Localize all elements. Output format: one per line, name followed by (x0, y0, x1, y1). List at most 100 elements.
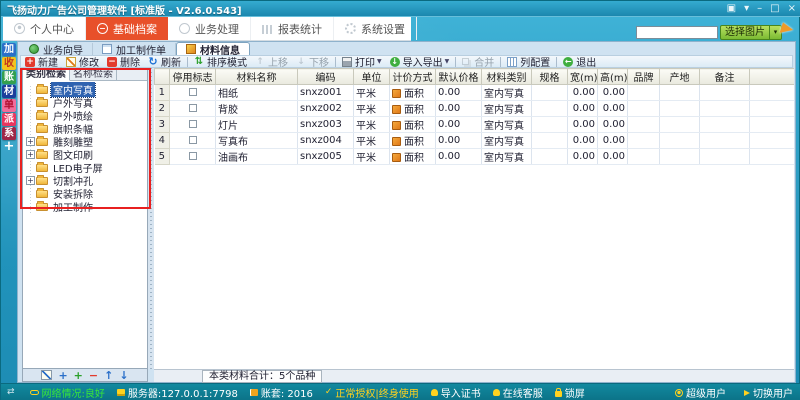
cell-note[interactable] (700, 117, 750, 133)
cell-disabled[interactable] (170, 85, 216, 101)
delete-item-button[interactable]: − (89, 370, 98, 381)
cell-num[interactable]: 1 (155, 85, 170, 101)
super-user[interactable]: 超级用户 (675, 385, 726, 400)
column-header-spec[interactable]: 规格 (532, 69, 568, 85)
cell-origin[interactable] (660, 149, 700, 165)
panel-tab-0[interactable]: 类别检索 (23, 69, 70, 81)
disable-checkbox[interactable] (189, 104, 197, 112)
switch-user[interactable]: 切换用户 (744, 385, 793, 400)
cell-pricing[interactable]: 面积 (390, 117, 436, 133)
rail-button-2[interactable]: 账 (2, 71, 16, 84)
cell-name[interactable]: 灯片 (216, 117, 298, 133)
cell-category[interactable]: 室内写真 (482, 149, 532, 165)
cell-note[interactable] (700, 85, 750, 101)
cell-spec[interactable] (532, 101, 568, 117)
skin-button[interactable]: ▣ (727, 2, 736, 16)
move-down-button[interactable]: ↓ (119, 370, 128, 381)
cell-code[interactable]: snxz003 (298, 117, 354, 133)
column-header-width_m[interactable]: 宽(m) (568, 69, 598, 85)
cell-width_m[interactable]: 0.00 (568, 101, 598, 117)
table-row[interactable]: 4写真布snxz004平米面积0.00室内写真0.000.00 (155, 133, 795, 149)
sort-mode-button[interactable]: 排序模式 (190, 56, 251, 68)
column-header-pricing[interactable]: 计价方式 (390, 69, 436, 85)
cell-spec[interactable] (532, 117, 568, 133)
column-header-name[interactable]: 材料名称 (216, 69, 298, 85)
rail-button-5[interactable]: 派 (2, 113, 16, 126)
cell-code[interactable]: snxz002 (298, 101, 354, 117)
cell-code[interactable]: snxz004 (298, 133, 354, 149)
cell-height_m[interactable]: 0.00 (598, 149, 628, 165)
modify-button[interactable]: 修改 (62, 56, 103, 68)
cell-pricing[interactable]: 面积 (390, 133, 436, 149)
cell-unit[interactable]: 平米 (354, 101, 390, 117)
column-header-origin[interactable]: 产地 (660, 69, 700, 85)
column-header-filler[interactable] (750, 69, 795, 85)
column-header-disabled[interactable]: 停用标志 (170, 69, 216, 85)
cell-width_m[interactable]: 0.00 (568, 149, 598, 165)
table-row[interactable]: 3灯片snxz003平米面积0.00室内写真0.000.00 (155, 117, 795, 133)
column-header-default_price[interactable]: 默认价格 (436, 69, 482, 85)
exit-button[interactable]: 退出 (559, 56, 600, 68)
cell-default_price[interactable]: 0.00 (436, 85, 482, 101)
add-item-button[interactable]: + (58, 370, 67, 381)
table-row[interactable]: 1相纸snxz001平米面积0.00室内写真0.000.00 (155, 85, 795, 101)
cell-note[interactable] (700, 133, 750, 149)
table-row[interactable]: 2背胶snxz002平米面积0.00室内写真0.000.00 (155, 101, 795, 117)
expand-icon[interactable]: + (26, 176, 35, 185)
edit-item-button[interactable] (41, 370, 52, 380)
cell-default_price[interactable]: 0.00 (436, 133, 482, 149)
cell-default_price[interactable]: 0.00 (436, 117, 482, 133)
disable-checkbox[interactable] (189, 88, 197, 96)
column-header-code[interactable]: 编码 (298, 69, 354, 85)
cell-origin[interactable] (660, 133, 700, 149)
cell-category[interactable]: 室内写真 (482, 117, 532, 133)
cell-name[interactable]: 背胶 (216, 101, 298, 117)
cell-name[interactable]: 油画布 (216, 149, 298, 165)
cell-height_m[interactable]: 0.00 (598, 85, 628, 101)
resize-handle[interactable]: ⇄ (7, 388, 18, 397)
cell-spec[interactable] (532, 85, 568, 101)
cell-disabled[interactable] (170, 133, 216, 149)
refresh-button[interactable]: 刷新 (144, 56, 185, 68)
cell-filler[interactable] (750, 133, 795, 149)
cell-brand[interactable] (628, 85, 660, 101)
cell-note[interactable] (700, 101, 750, 117)
cell-unit[interactable]: 平米 (354, 133, 390, 149)
cell-brand[interactable] (628, 117, 660, 133)
cell-height_m[interactable]: 0.00 (598, 117, 628, 133)
cell-width_m[interactable]: 0.00 (568, 117, 598, 133)
disable-checkbox[interactable] (189, 120, 197, 128)
cell-height_m[interactable]: 0.00 (598, 101, 628, 117)
rail-button-1[interactable]: 收 (2, 57, 16, 70)
cell-default_price[interactable]: 0.00 (436, 149, 482, 165)
cell-default_price[interactable]: 0.00 (436, 101, 482, 117)
skin-menu-button[interactable]: ▾ (744, 2, 749, 16)
cell-note[interactable] (700, 149, 750, 165)
cell-code[interactable]: snxz001 (298, 85, 354, 101)
cell-width_m[interactable]: 0.00 (568, 85, 598, 101)
cell-unit[interactable]: 平米 (354, 85, 390, 101)
cell-disabled[interactable] (170, 117, 216, 133)
nav-item-business-process[interactable]: 业务处理 (168, 17, 251, 40)
cell-num[interactable]: 3 (155, 117, 170, 133)
cell-num[interactable]: 4 (155, 133, 170, 149)
lock-screen[interactable]: 锁屏 (555, 385, 585, 400)
rail-button-7[interactable]: + (2, 141, 16, 154)
add-category-button[interactable]: + (74, 370, 83, 381)
tree-item[interactable]: 加工制作 (23, 200, 147, 213)
cell-spec[interactable] (532, 133, 568, 149)
cell-brand[interactable] (628, 101, 660, 117)
cell-category[interactable]: 室内写真 (482, 133, 532, 149)
cell-height_m[interactable]: 0.00 (598, 133, 628, 149)
cell-unit[interactable]: 平米 (354, 117, 390, 133)
cell-category[interactable]: 室内写真 (482, 101, 532, 117)
expand-icon[interactable]: + (26, 137, 35, 146)
delete-button[interactable]: 删除 (103, 56, 144, 68)
maximize-button[interactable]: □ (770, 2, 779, 16)
cell-origin[interactable] (660, 85, 700, 101)
column-header-height_m[interactable]: 高(m) (598, 69, 628, 85)
cell-origin[interactable] (660, 117, 700, 133)
cell-origin[interactable] (660, 101, 700, 117)
nav-item-report-statistics[interactable]: 报表统计 (251, 17, 334, 40)
cell-pricing[interactable]: 面积 (390, 85, 436, 101)
